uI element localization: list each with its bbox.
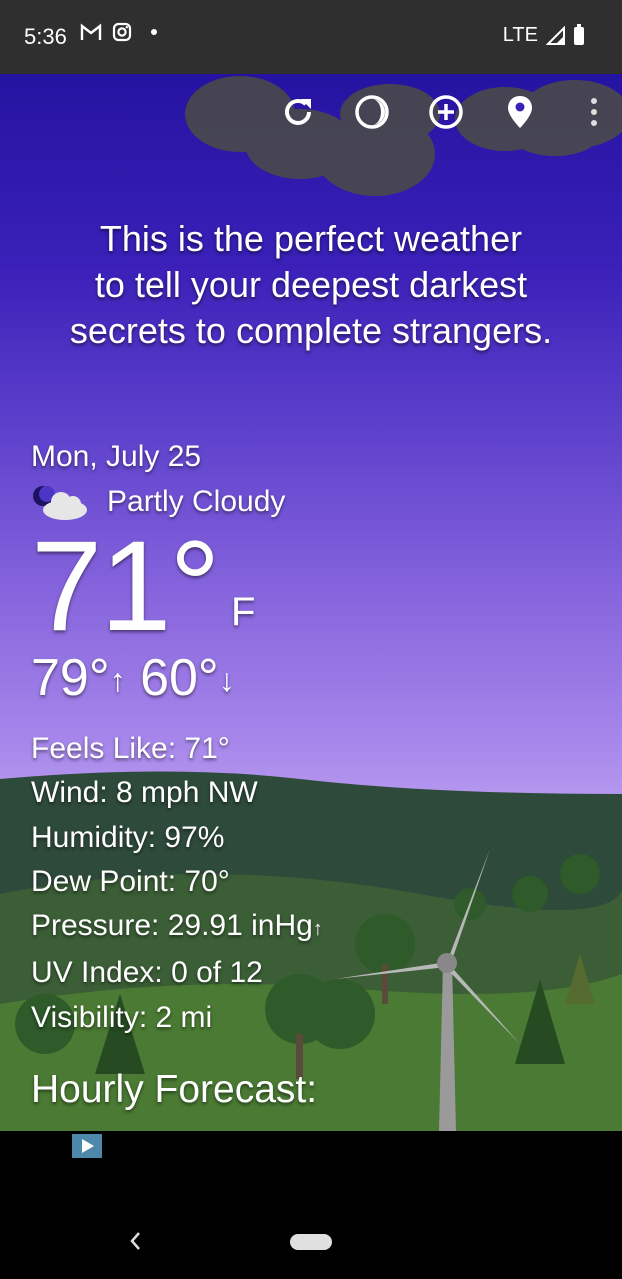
temperature-row: 71° F (31, 523, 323, 651)
pressure-trend-icon: ↑ (312, 918, 323, 941)
theme-icon (355, 95, 389, 129)
quote-line-1: This is the perfect weather (99, 218, 523, 259)
toolbar (280, 94, 612, 130)
home-button[interactable] (290, 1234, 332, 1250)
uv-index: UV Index: 0 of 12 (31, 956, 263, 990)
pressure: Pressure: 29.91 inHg (31, 909, 313, 943)
weather-quote: This is the perfect weather to tell your… (0, 216, 622, 354)
pressure-row: Pressure: 29.91 inHg↑ (31, 904, 323, 951)
back-icon[interactable] (125, 1228, 145, 1254)
condition-text: Partly Cloudy (107, 485, 286, 518)
gmail-icon (80, 23, 102, 40)
refresh-button[interactable] (280, 94, 316, 130)
date-label: Mon, July 25 (31, 440, 202, 473)
dew-point: Dew Point: 70° (31, 864, 230, 898)
status-bar: 5:36 LTE (0, 0, 622, 74)
more-options-button[interactable] (576, 94, 612, 130)
weather-scene: This is the perfect weather to tell your… (0, 74, 622, 1131)
refresh-icon (285, 98, 311, 125)
location-pin-icon (508, 96, 532, 128)
instagram-icon (112, 22, 132, 42)
signal-icon (546, 25, 565, 45)
current-temperature: 71° (31, 515, 221, 658)
wind: Wind: 8 mph NW (31, 776, 258, 810)
humidity: Humidity: 97% (31, 820, 225, 854)
quote-line-2: to tell your deepest darkest (94, 264, 528, 305)
visibility: Visibility: 2 mi (31, 1000, 213, 1034)
dot-icon (151, 29, 157, 35)
high-low: 79°↑ 60°↓ (31, 649, 323, 709)
notification-icons (80, 22, 162, 42)
add-location-icon (429, 95, 463, 129)
more-vert-icon (591, 98, 597, 126)
location-button[interactable] (502, 94, 538, 130)
battery-icon (574, 23, 584, 45)
bottom-area (0, 1131, 622, 1279)
hourly-forecast-title: Hourly Forecast: (31, 1068, 318, 1111)
feels-like: Feels Like: 71° (31, 732, 230, 765)
status-time: 5:36 (24, 24, 67, 49)
weather-details: Feels Like: 71° Wind: 8 mph NW Humidity:… (31, 727, 323, 1040)
status-right: LTE (502, 23, 584, 47)
ad-choices-icon[interactable] (72, 1134, 102, 1158)
network-type: LTE (502, 24, 538, 46)
temperature-unit: F (231, 590, 256, 634)
up-arrow-icon: ↑ (109, 662, 126, 698)
current-weather: Mon, July 25 Partly Cloudy 71° F 79°↑ 60… (31, 440, 323, 1040)
down-arrow-icon: ↓ (218, 662, 235, 698)
add-location-button[interactable] (428, 94, 464, 130)
theme-button[interactable] (354, 94, 390, 130)
quote-line-3: secrets to complete strangers. (69, 310, 553, 351)
